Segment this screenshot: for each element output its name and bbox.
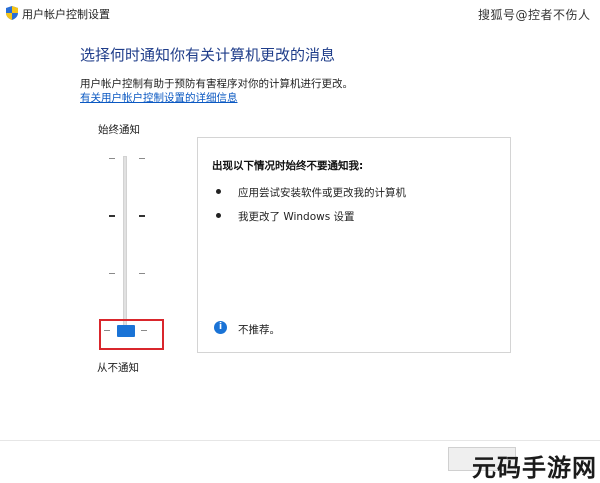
slider-thumb[interactable] [117,325,135,337]
description-text: 用户帐户控制有助于预防有害程序对你的计算机进行更改。 [80,78,353,90]
bullet-icon [216,213,221,218]
slider-top-label: 始终通知 [98,124,140,136]
list-item-text: 应用尝试安装软件或更改我的计算机 [238,187,406,199]
slider-tick [139,273,145,274]
slider-bottom-label: 从不通知 [97,362,139,374]
slider-tick [139,215,145,217]
window-title: 用户帐户控制设置 [22,8,110,21]
slider-track[interactable] [123,156,127,334]
brand-watermark: 元码手游网 [472,454,597,482]
footer-divider [0,440,600,441]
list-item-text: 我更改了 Windows 设置 [238,211,355,223]
info-text: 不推荐。 [238,324,280,336]
slider-tick [109,158,115,159]
slider-tick [139,158,145,159]
panel-heading: 出现以下情况时始终不要通知我: [212,160,364,172]
slider-tick [109,273,115,274]
watermark-text: 搜狐号@控者不伤人 [478,8,591,22]
bullet-icon [216,189,221,194]
info-icon: i [214,321,227,334]
page-title: 选择何时通知你有关计算机更改的消息 [80,46,336,64]
shield-icon [6,6,18,20]
slider-tick [109,215,115,217]
uac-details-link[interactable]: 有关用户帐户控制设置的详细信息 [80,90,238,105]
